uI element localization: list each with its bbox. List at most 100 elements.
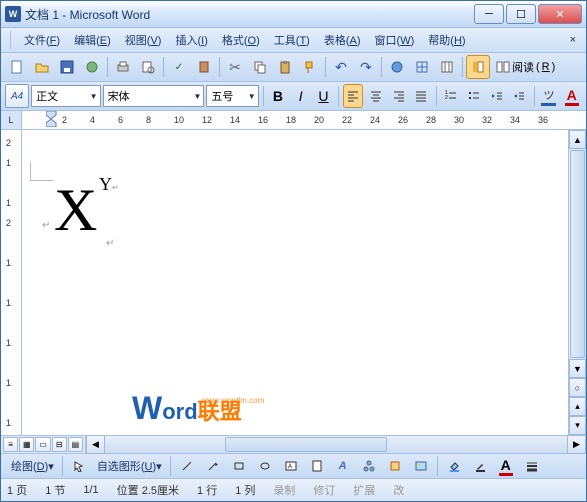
ruler-corner[interactable]: L [1,111,22,129]
paste-button[interactable] [273,55,297,79]
save-button[interactable] [55,55,79,79]
scroll-down-button[interactable]: ▼ [569,359,586,378]
style-selector[interactable]: 正文▼ [31,85,100,107]
menubar-close-icon[interactable]: × [566,34,580,46]
italic-button[interactable]: I [290,84,311,108]
minimize-button[interactable]: ─ [474,4,504,24]
ruler-tick: 26 [398,115,408,125]
highlight-button[interactable]: ツ [539,84,560,108]
margin-marker [30,162,53,181]
diagram-button[interactable] [357,454,381,478]
select-objects-button[interactable] [67,454,91,478]
rectangle-tool-button[interactable] [227,454,251,478]
vertical-textbox-button[interactable] [305,454,329,478]
vruler-tick: 2 [6,218,11,228]
prev-page-button[interactable]: ▴ [569,397,586,416]
wordart-button[interactable]: A [331,454,355,478]
menu-file[interactable]: 文件(F) [17,29,67,51]
format-painter-button[interactable] [298,55,322,79]
hscroll-thumb[interactable] [225,437,387,452]
outline-view-button[interactable]: ⊟ [52,437,67,452]
arrow-tool-button[interactable] [201,454,225,478]
horizontal-scrollbar[interactable]: ◀ ▶ [86,436,586,453]
line-tool-button[interactable] [175,454,199,478]
textbox-tool-button[interactable]: A [279,454,303,478]
menu-view[interactable]: 视图(V) [118,29,169,51]
vscroll-thumb[interactable] [570,150,585,358]
close-button[interactable]: ✕ [538,4,582,24]
maximize-button[interactable]: ☐ [506,4,536,24]
autoshapes-menu[interactable]: 自选图形(U)▾ [93,456,166,476]
research-button[interactable] [192,55,216,79]
spellcheck-button[interactable]: ✓ [167,55,191,79]
normal-view-button[interactable]: ≡ [3,437,18,452]
redo-button[interactable]: ↷ [354,55,378,79]
document-map-button[interactable] [466,55,490,79]
scroll-up-button[interactable]: ▲ [569,130,586,149]
menu-tools[interactable]: 工具(T) [267,29,317,51]
paragraph-mark-icon: ↵ [42,220,50,231]
vertical-scrollbar[interactable]: ▲ ▼ ○ ▴ ▾ [568,130,586,435]
styles-pane-button[interactable]: A4 [5,84,29,108]
print-view-button[interactable]: ▭ [35,437,50,452]
align-left-button[interactable] [343,84,364,108]
open-button[interactable] [30,55,54,79]
reading-view-button[interactable]: ▤ [68,437,83,452]
align-right-button[interactable] [388,84,409,108]
menu-window[interactable]: 窗口(W) [368,29,422,51]
permissions-button[interactable] [80,55,104,79]
line-style-button[interactable] [520,454,544,478]
menu-insert[interactable]: 插入(I) [168,29,214,51]
font-color-button[interactable]: A [561,84,582,108]
font-size-selector[interactable]: 五号▼ [206,85,258,107]
font-selector[interactable]: 宋体▼ [103,85,205,107]
line-color-button[interactable] [468,454,492,478]
ruler-tick: 22 [342,115,352,125]
insert-hyperlink-button[interactable] [385,55,409,79]
print-preview-button[interactable] [136,55,160,79]
document-area[interactable]: ↵ X Y↵ ↵ www.wordlm.com Word联盟 [22,130,568,435]
bullet-list-button[interactable] [463,84,484,108]
insert-table-button[interactable] [435,55,459,79]
status-rev: 修订 [313,482,335,498]
undo-button[interactable]: ↶ [329,55,353,79]
bold-button[interactable]: B [268,84,289,108]
web-view-button[interactable]: ▦ [19,437,34,452]
indent-marker[interactable] [46,111,58,127]
view-buttons: ≡ ▦ ▭ ⊟ ▤ [1,436,86,453]
tables-borders-button[interactable] [410,55,434,79]
menu-help[interactable]: 帮助(H) [421,29,472,51]
menu-format[interactable]: 格式(O) [215,29,267,51]
font-color-draw-button[interactable]: A [494,454,518,478]
reading-layout-button[interactable]: 阅读(R) [491,55,560,79]
scroll-right-button[interactable]: ▶ [567,435,586,454]
menu-edit[interactable]: 编辑(E) [67,29,118,51]
insert-picture-button[interactable] [409,454,433,478]
status-page: 1 页 [7,482,27,498]
increase-indent-button[interactable] [509,84,530,108]
print-button[interactable] [111,55,135,79]
align-center-button[interactable] [365,84,386,108]
decrease-indent-button[interactable] [486,84,507,108]
vruler-tick: 1 [6,338,11,348]
ruler-tick: 14 [230,115,240,125]
menu-table[interactable]: 表格(A) [317,29,368,51]
next-page-button[interactable]: ▾ [569,416,586,435]
cut-button[interactable]: ✂ [223,55,247,79]
horizontal-ruler[interactable]: 24681012141618202224262830323436 [22,111,586,129]
numbered-list-button[interactable]: 12 [441,84,462,108]
align-justify-button[interactable] [411,84,432,108]
horizontal-scroll-row: ≡ ▦ ▭ ⊟ ▤ ◀ ▶ [1,435,586,453]
new-doc-button[interactable] [5,55,29,79]
underline-button[interactable]: U [313,84,334,108]
window-title: 文档 1 - Microsoft Word [25,6,474,23]
clipart-button[interactable] [383,454,407,478]
oval-tool-button[interactable] [253,454,277,478]
fill-color-button[interactable] [442,454,466,478]
scroll-left-button[interactable]: ◀ [86,435,105,454]
vertical-ruler[interactable]: 211211111 [1,130,22,435]
draw-menu[interactable]: 绘图(D)▾ [7,456,58,476]
copy-button[interactable] [248,55,272,79]
standard-toolbar: ✓ ✂ ↶ ↷ 阅读(R) [1,53,586,82]
browse-select-button[interactable]: ○ [569,378,586,397]
